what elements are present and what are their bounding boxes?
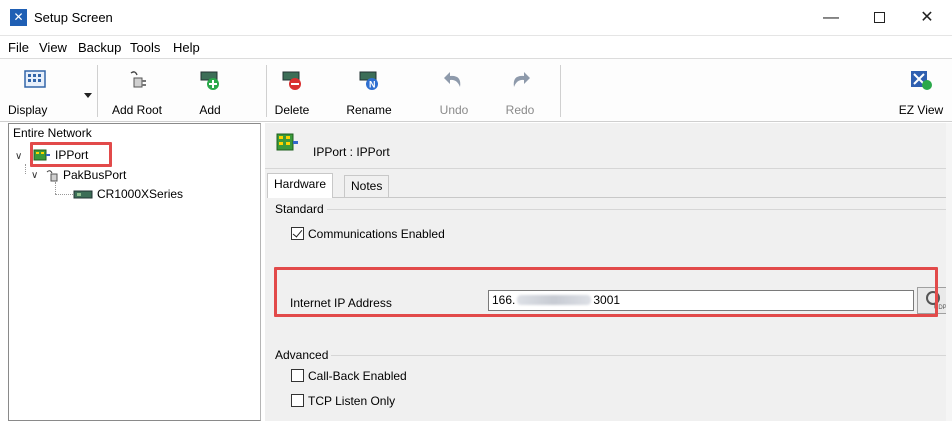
maximize-button[interactable]	[856, 0, 902, 36]
communications-enabled-label: Communications Enabled	[308, 227, 445, 241]
delete-button[interactable]: Delete	[270, 59, 314, 123]
ez-view-icon	[911, 71, 932, 90]
redo-icon	[513, 72, 530, 87]
add-button[interactable]: Add	[188, 59, 232, 123]
chevron-down-icon	[84, 93, 92, 98]
pakbusport-icon	[46, 170, 58, 182]
communications-enabled-checkbox[interactable]: Communications Enabled	[291, 226, 445, 242]
add-label: Add	[199, 103, 221, 117]
callback-enabled-checkbox[interactable]: Call-Back Enabled	[291, 368, 407, 384]
title-bar: ✕ Setup Screen — ✕	[0, 0, 952, 36]
delete-label: Delete	[274, 103, 310, 117]
menu-tools[interactable]: Tools	[130, 40, 160, 55]
device-header: IPPort : IPPort	[313, 145, 390, 159]
close-button[interactable]: ✕	[904, 0, 950, 36]
redo-label: Redo	[505, 103, 535, 117]
rename-label: Rename	[346, 103, 392, 117]
delete-device-icon	[282, 71, 301, 90]
tree-label-pakbusport: PakBusPort	[63, 168, 127, 182]
rename-button[interactable]: N Rename	[342, 59, 396, 123]
divider	[275, 355, 950, 356]
network-tree[interactable]: Entire Network ∨ IPPort ∨ PakBusPort CR1…	[8, 123, 261, 421]
tab-notes[interactable]: Notes	[344, 175, 390, 197]
tree-expander-ipport[interactable]: ∨	[15, 152, 25, 162]
checkbox-unchecked[interactable]	[291, 369, 304, 382]
ipport-icon	[276, 133, 298, 151]
undo-button[interactable]: Undo	[432, 59, 476, 123]
undo-icon	[444, 72, 461, 87]
datalogger-icon	[73, 190, 93, 199]
tree-label-cr1000xseries: CR1000XSeries	[97, 187, 184, 201]
tcp-listen-only-label: TCP Listen Only	[308, 394, 396, 408]
display-button[interactable]: Display	[4, 59, 92, 123]
checkbox-checked[interactable]	[291, 227, 304, 240]
add-root-icon	[130, 71, 146, 88]
toolbar-separator	[266, 65, 267, 117]
toolbar-separator	[560, 65, 561, 117]
menu-file[interactable]: File	[8, 40, 29, 55]
tcp-listen-only-checkbox[interactable]: TCP Listen Only	[291, 393, 395, 409]
window-title: Setup Screen	[34, 10, 113, 25]
toolbar: Display Add Root Add Delete N Rename Und…	[0, 58, 952, 122]
ez-view-label: EZ View	[898, 103, 944, 117]
svg-text:N: N	[369, 80, 376, 90]
highlight-box-ip-address	[274, 267, 938, 317]
group-advanced: Advanced	[275, 348, 332, 362]
ez-view-button[interactable]: EZ View	[894, 59, 948, 123]
callback-enabled-label: Call-Back Enabled	[308, 369, 407, 383]
redo-button[interactable]: Redo	[498, 59, 542, 123]
menu-bar: File View Backup Tools Help	[0, 36, 952, 58]
app-icon: ✕	[10, 9, 27, 26]
menu-view[interactable]: View	[39, 40, 67, 55]
divider	[275, 209, 950, 210]
menu-backup[interactable]: Backup	[78, 40, 121, 55]
panel-edge	[946, 123, 952, 421]
display-label: Display	[8, 103, 48, 117]
tree-connector	[55, 182, 56, 194]
tree-connector	[55, 194, 73, 195]
rename-device-icon: N	[359, 71, 378, 90]
group-standard: Standard	[275, 202, 327, 216]
tab-hardware[interactable]: Hardware	[267, 173, 334, 198]
toolbar-separator	[97, 65, 98, 117]
tree-title: Entire Network	[13, 126, 92, 140]
minimize-button[interactable]: —	[808, 0, 854, 36]
highlight-box-ipport	[30, 142, 112, 167]
add-root-button[interactable]: Add Root	[104, 59, 170, 123]
divider	[265, 168, 952, 169]
undo-label: Undo	[439, 103, 469, 117]
maximize-icon	[873, 12, 885, 24]
tree-connector	[25, 164, 26, 174]
add-device-icon	[200, 71, 219, 90]
menu-help[interactable]: Help	[173, 40, 200, 55]
display-icon	[24, 70, 46, 88]
add-root-label: Add Root	[111, 103, 163, 117]
checkbox-unchecked[interactable]	[291, 394, 304, 407]
tree-expander-pakbusport[interactable]: ∨	[31, 171, 41, 181]
